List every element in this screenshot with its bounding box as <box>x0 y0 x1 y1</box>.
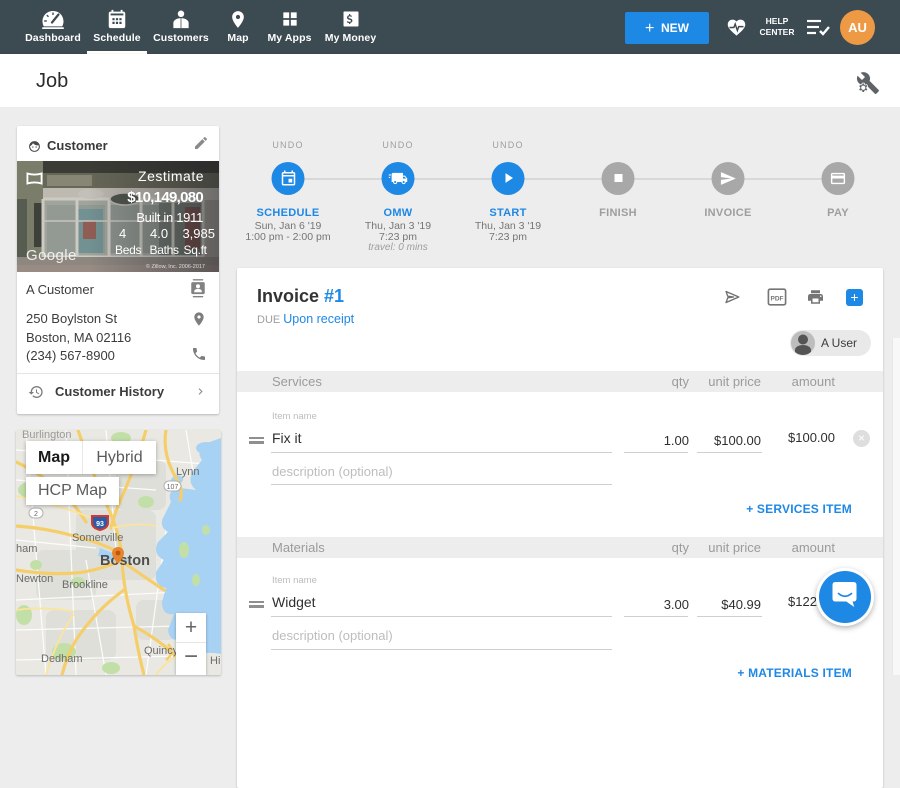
svg-text:Somerville: Somerville <box>72 532 123 544</box>
svg-text:Hi: Hi <box>210 655 220 667</box>
svg-text:Newton: Newton <box>16 573 53 585</box>
svg-text:Quincy: Quincy <box>144 645 179 657</box>
svg-text:107: 107 <box>167 484 179 491</box>
svg-text:Dedham: Dedham <box>41 653 83 665</box>
svg-text:Brookline: Brookline <box>62 579 108 591</box>
svg-text:Burlington: Burlington <box>22 430 72 441</box>
svg-text:Lynn: Lynn <box>176 466 199 478</box>
svg-text:Boston: Boston <box>100 553 150 569</box>
svg-text:2: 2 <box>34 511 38 518</box>
svg-text:ham: ham <box>16 543 37 555</box>
svg-text:93: 93 <box>96 521 104 528</box>
svg-text:PDF: PDF <box>770 295 783 302</box>
